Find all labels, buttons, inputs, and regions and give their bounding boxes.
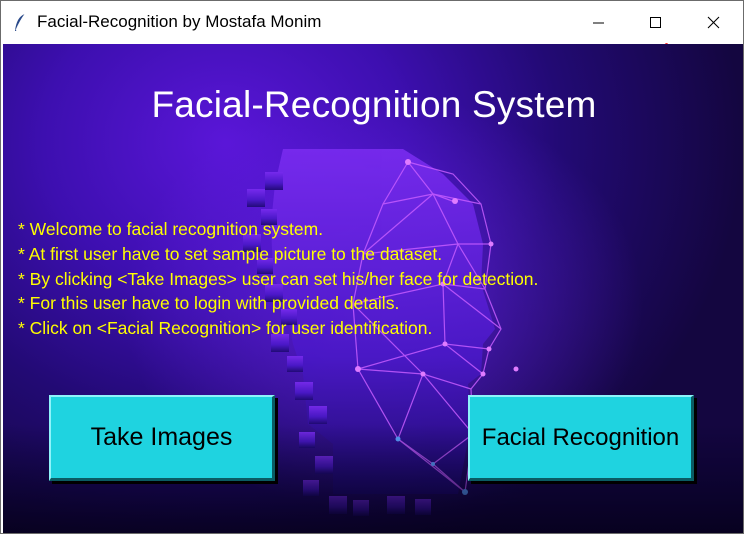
minimize-button[interactable]: [571, 1, 629, 44]
maximize-button[interactable]: [627, 1, 685, 44]
instruction-line: * At first user have to set sample pictu…: [18, 243, 443, 264]
main-canvas: Facial-Recognition System * Welcome to f…: [3, 44, 743, 533]
window-title: Facial-Recognition by Mostafa Monim: [37, 12, 322, 31]
close-button[interactable]: [685, 1, 743, 44]
take-images-button[interactable]: Take Images: [49, 395, 275, 481]
instruction-line: * By clicking <Take Images> user can set…: [18, 268, 539, 289]
facial-recognition-button[interactable]: Facial Recognition: [468, 395, 694, 481]
feather-icon: [13, 13, 27, 33]
instruction-line: * For this user have to login with provi…: [18, 293, 400, 314]
instruction-line: * Welcome to facial recognition system.: [18, 219, 324, 239]
title-bar[interactable]: Facial-Recognition by Mostafa Monim: [1, 1, 743, 44]
instruction-line: * Click on <Facial Recognition> for user…: [18, 318, 433, 339]
page-title-text: Facial-Recognition System: [151, 84, 597, 125]
maximize-icon: [650, 17, 661, 28]
app-window: Facial-Recognition by Mostafa Monim Faci…: [0, 0, 744, 534]
close-icon: [707, 16, 720, 29]
page-title: Facial-Recognition System: [3, 84, 743, 126]
minimize-icon: [593, 22, 604, 24]
instructions-list: * Welcome to facial recognition system. …: [18, 217, 538, 341]
